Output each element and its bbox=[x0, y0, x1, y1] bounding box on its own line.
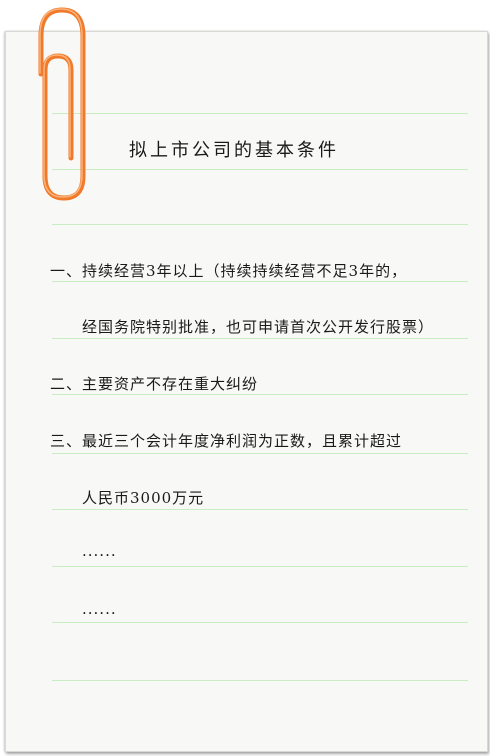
condition-3-line-1: 三、最近三个会计年度净利润为正数，且累计超过 bbox=[50, 432, 403, 450]
ellipsis: ...... bbox=[82, 600, 117, 618]
paperclip-icon bbox=[38, 7, 86, 201]
ruled-line bbox=[52, 509, 468, 510]
condition-1-line-1: 一、持续经营3年以上（持续持续经营不足3年的， bbox=[50, 262, 408, 280]
ruled-line bbox=[52, 680, 468, 681]
page-title: 拟上市公司的基本条件 bbox=[129, 140, 339, 161]
ruled-line bbox=[52, 566, 468, 567]
ruled-line bbox=[52, 338, 468, 339]
condition-1-line-2: 经国务院特别批准，也可申请首次公开发行股票） bbox=[82, 318, 435, 336]
ruled-line bbox=[52, 281, 468, 282]
condition-2: 二、主要资产不存在重大纠纷 bbox=[50, 375, 259, 393]
ruled-line bbox=[52, 394, 468, 395]
condition-3-line-2: 人民币3000万元 bbox=[82, 489, 205, 507]
ruled-line bbox=[52, 622, 468, 623]
ruled-line bbox=[52, 224, 468, 225]
ruled-line bbox=[52, 453, 468, 454]
ellipsis: ...... bbox=[82, 542, 117, 560]
